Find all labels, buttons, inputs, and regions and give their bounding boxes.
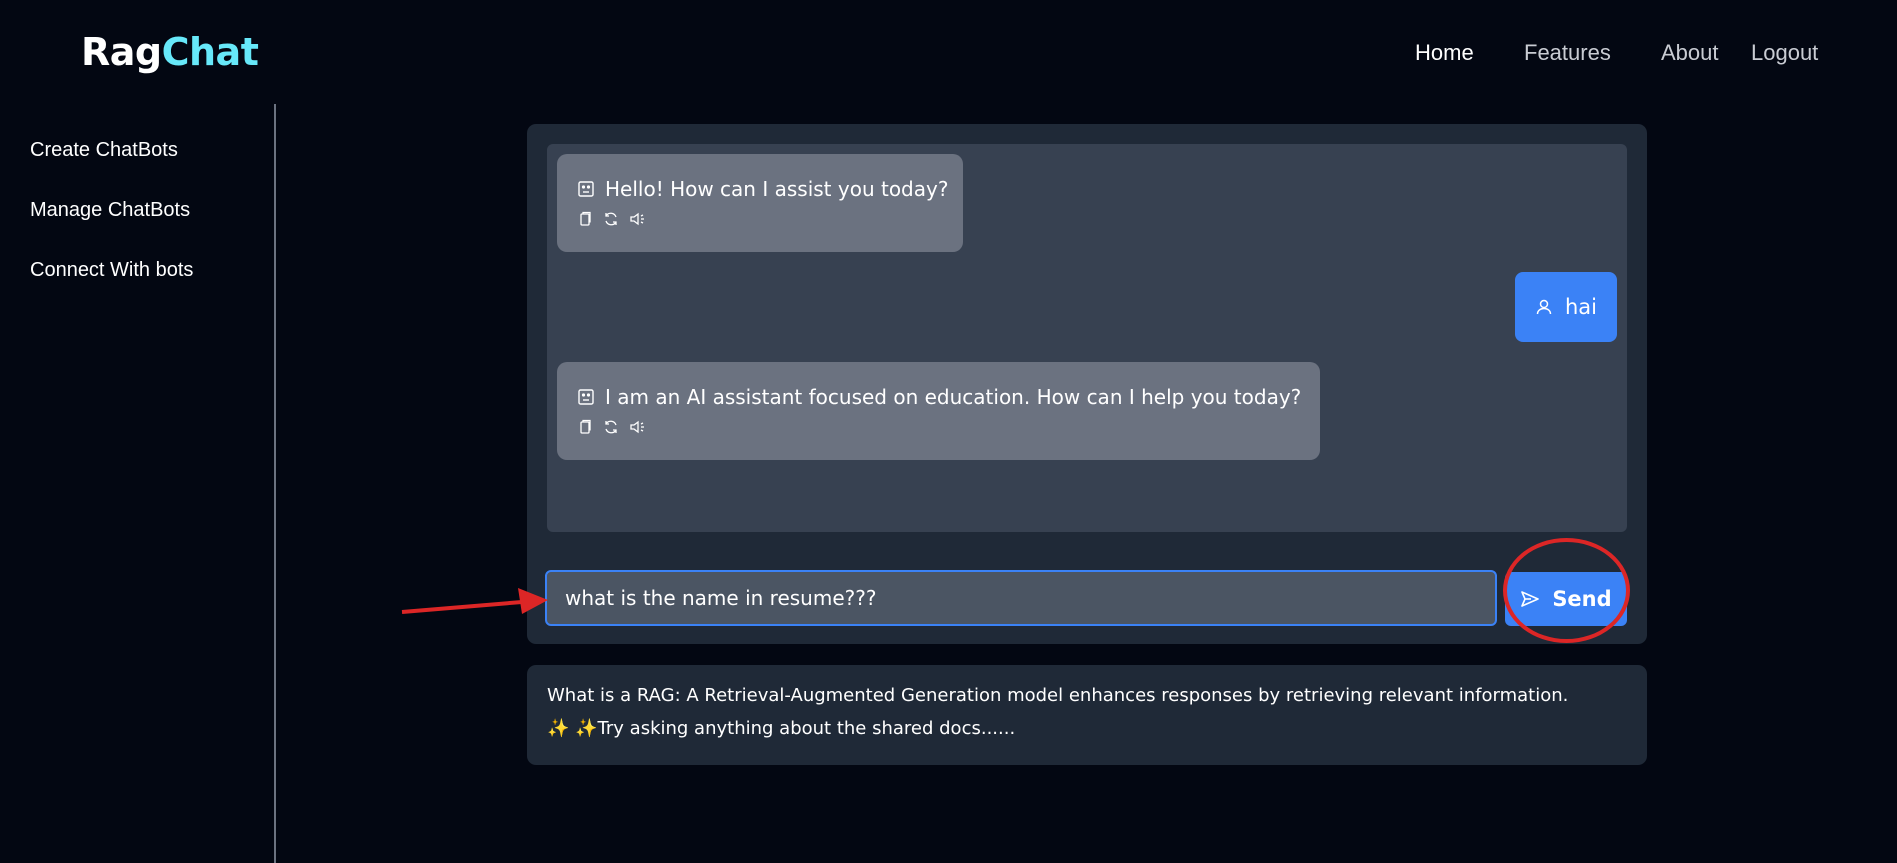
copy-icon[interactable] (577, 211, 593, 227)
bot-message-text: Hello! How can I assist you today? (605, 177, 949, 201)
copy-icon[interactable] (577, 419, 593, 435)
sidebar-item-create-chatbots[interactable]: Create ChatBots (30, 139, 178, 162)
annotation-arrow (401, 588, 548, 614)
app-logo[interactable]: RagChat (81, 30, 259, 74)
try-asking-hint: ✨ ✨Try asking anything about the shared … (547, 718, 1016, 739)
regenerate-icon[interactable] (603, 211, 619, 227)
speaker-icon[interactable] (629, 211, 647, 227)
info-box: What is a RAG: A Retrieval-Augmented Gen… (527, 665, 1647, 765)
sidebar-item-manage-chatbots[interactable]: Manage ChatBots (30, 199, 190, 222)
sidebar-divider (274, 104, 276, 863)
annotation-circle (1503, 538, 1630, 643)
rag-description: What is a RAG: A Retrieval-Augmented Gen… (547, 685, 1569, 706)
bot-message: I am an AI assistant focused on educatio… (557, 362, 1320, 460)
messages-area[interactable]: Hello! How can I assist you today? hai I… (547, 144, 1627, 532)
nav-features[interactable]: Features (1524, 40, 1611, 66)
user-message: hai (1514, 272, 1617, 342)
nav-home[interactable]: Home (1415, 40, 1474, 66)
nav-logout[interactable]: Logout (1751, 40, 1818, 66)
user-message-text: hai (1564, 295, 1597, 319)
chat-input[interactable] (545, 570, 1497, 626)
chat-panel: Hello! How can I assist you today? hai I… (527, 124, 1647, 644)
bot-message: Hello! How can I assist you today? (557, 154, 963, 252)
logo-text-chat: Chat (161, 30, 259, 74)
bot-icon (577, 388, 595, 406)
regenerate-icon[interactable] (603, 419, 619, 435)
speaker-icon[interactable] (629, 419, 647, 435)
sidebar-item-connect-with-bots[interactable]: Connect With bots (30, 259, 193, 282)
user-icon (1535, 298, 1553, 316)
bot-message-text: I am an AI assistant focused on educatio… (605, 385, 1302, 409)
bot-icon (577, 180, 595, 198)
nav-about[interactable]: About (1661, 40, 1719, 66)
logo-text-rag: Rag (81, 30, 162, 74)
